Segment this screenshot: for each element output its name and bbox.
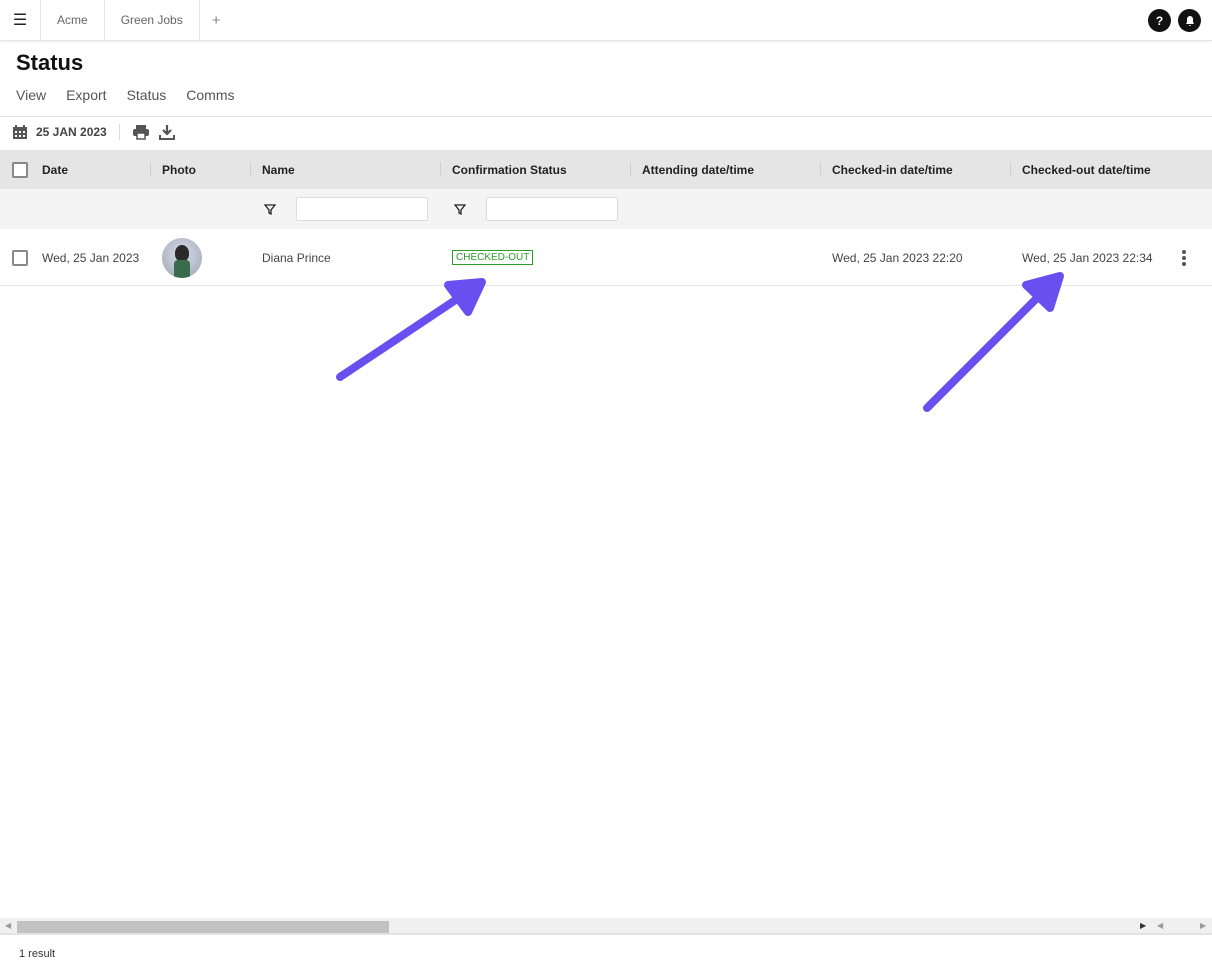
- result-count: 1 result: [19, 948, 56, 960]
- arrow-to-status: [336, 293, 464, 381]
- horizontal-scrollbar[interactable]: ◀ ▶ ◀ ▶: [0, 918, 1212, 935]
- scrollbar-thumb[interactable]: [17, 921, 389, 933]
- annotation-arrows: [336, 272, 1064, 412]
- arrow-to-checked-out: [923, 291, 1044, 412]
